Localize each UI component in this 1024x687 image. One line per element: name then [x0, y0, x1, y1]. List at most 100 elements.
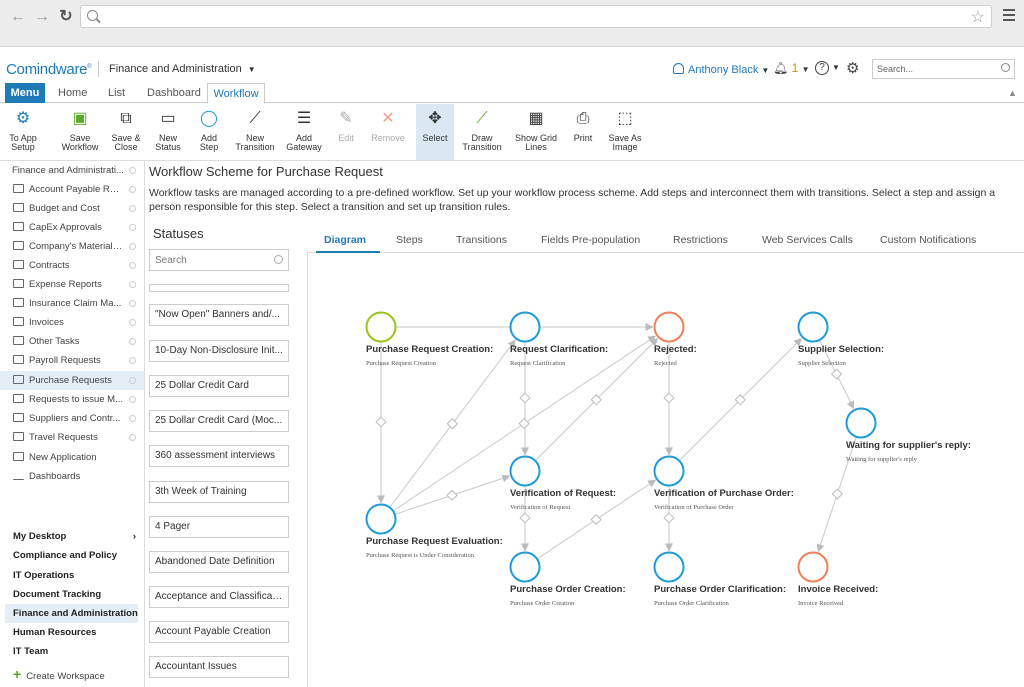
new-application-link[interactable]: New Application	[0, 448, 144, 467]
status-item[interactable]: Account Payable Creation	[149, 621, 289, 643]
workflow-step-node[interactable]	[509, 551, 541, 583]
new-transition-button[interactable]: ⟋ New Transition	[232, 104, 278, 160]
user-menu[interactable]: Anthony Black ▼	[673, 63, 769, 76]
draw-transition-button[interactable]: ⟋ Draw Transition	[460, 104, 504, 160]
sidebar-item[interactable]: Expense Reports	[0, 275, 144, 294]
workspace-my-desktop[interactable]: My Desktop ›	[13, 527, 138, 546]
collapse-ribbon-icon[interactable]: ▲	[1008, 88, 1017, 98]
tab-steps[interactable]: Steps	[396, 234, 423, 246]
tab-fields-pre-population[interactable]: Fields Pre-population	[541, 234, 640, 246]
workflow-step-node[interactable]	[509, 311, 541, 343]
status-item[interactable]: 25 Dollar Credit Card	[149, 375, 289, 397]
sidebar-item[interactable]: Finance and Administrati...	[0, 161, 144, 180]
workflow-step-node[interactable]	[509, 455, 541, 487]
show-grid-lines-button[interactable]: ▦ Show Grid Lines	[512, 104, 560, 160]
tab-home[interactable]: Home	[58, 83, 87, 103]
tab-list[interactable]: List	[108, 83, 125, 103]
transition-handle[interactable]	[831, 488, 843, 500]
workspace-selector[interactable]: Finance and Administration ▼	[109, 63, 256, 75]
tab-web-services-calls[interactable]: Web Services Calls	[762, 234, 853, 246]
tab-workflow[interactable]: Workflow	[207, 83, 265, 104]
save-as-image-button[interactable]: ⬚ Save As Image	[604, 104, 646, 160]
transition-handle[interactable]	[590, 513, 602, 526]
workflow-step-node[interactable]	[365, 503, 397, 535]
tab-transitions[interactable]: Transitions	[456, 234, 507, 246]
workspace-item[interactable]: IT Team	[13, 642, 138, 661]
transition-handle[interactable]	[518, 417, 530, 430]
sidebar-item[interactable]: Insurance Claim Ma...	[0, 294, 144, 313]
sidebar-item[interactable]: Requests to issue M...	[0, 390, 144, 409]
gear-icon[interactable]: ⚙	[846, 59, 859, 77]
transition-handle[interactable]	[446, 489, 458, 501]
status-item[interactable]: Accountant Issues	[149, 656, 289, 678]
tab-custom-notifications[interactable]: Custom Notifications	[880, 234, 976, 246]
create-workspace-button[interactable]: + Create Workspace	[13, 665, 138, 684]
status-item[interactable]: Acceptance and Classificati...	[149, 586, 289, 608]
status-search-input[interactable]: Search	[149, 249, 289, 271]
help-icon[interactable]: ?	[815, 61, 829, 75]
sidebar-item[interactable]: Invoices	[0, 313, 144, 332]
transition-handle[interactable]	[663, 512, 675, 524]
edit-button[interactable]: ✎ Edit	[332, 104, 360, 160]
tab-dashboard[interactable]: Dashboard	[147, 83, 201, 103]
workflow-step-node[interactable]	[653, 455, 685, 487]
sidebar-item[interactable]: CapEx Approvals	[0, 218, 144, 237]
save-close-button[interactable]: ⧉ Save & Close	[108, 104, 144, 160]
status-item[interactable]: 4 Pager	[149, 516, 289, 538]
workflow-step-node[interactable]	[797, 311, 829, 343]
workflow-step-node[interactable]	[797, 551, 829, 583]
browser-menu-icon[interactable]	[1003, 9, 1015, 21]
sidebar-item-purchase-requests[interactable]: Purchase Requests	[0, 371, 144, 390]
transition-handle[interactable]	[519, 512, 531, 524]
transition-handle[interactable]	[446, 418, 459, 430]
status-item[interactable]: 25 Dollar Credit Card (Moc...	[149, 410, 289, 432]
reload-icon[interactable]: ↻	[56, 7, 76, 27]
sidebar-item[interactable]: Budget and Cost	[0, 199, 144, 218]
transition-handle[interactable]	[663, 392, 675, 404]
workflow-step-node[interactable]	[653, 311, 685, 343]
workspace-item[interactable]: Compliance and Policy	[13, 546, 138, 565]
sidebar-item[interactable]: Suppliers and Contr...	[0, 409, 144, 428]
select-button[interactable]: ✥ Select	[416, 104, 454, 160]
back-icon[interactable]: ←	[8, 7, 28, 27]
transition-handle[interactable]	[830, 368, 843, 380]
sidebar-item[interactable]: Company's Material ...	[0, 237, 144, 256]
status-item[interactable]	[149, 284, 289, 292]
save-workflow-button[interactable]: ▣ Save Workflow	[58, 104, 102, 160]
new-status-button[interactable]: ▭ New Status	[150, 104, 186, 160]
status-item[interactable]: "Now Open" Banners and/...	[149, 304, 289, 326]
to-app-setup-button[interactable]: ⚙ To App Setup	[4, 104, 42, 160]
workflow-step-node[interactable]	[845, 407, 877, 439]
sidebar-item[interactable]: Account Payable Req...	[0, 180, 144, 199]
notifications-button[interactable]: 🔔︎ 1 ▼	[773, 61, 810, 75]
global-search-input[interactable]: Search...	[872, 59, 1015, 79]
transition-handle[interactable]	[375, 416, 387, 428]
tab-diagram[interactable]: Diagram	[324, 234, 366, 246]
print-button[interactable]: ⎙ Print	[568, 104, 598, 160]
workspace-item[interactable]: IT Operations	[13, 566, 138, 585]
add-step-button[interactable]: ◯ Add Step	[192, 104, 226, 160]
bookmark-star-icon[interactable]: ☆	[971, 7, 985, 27]
status-item[interactable]: Abandoned Date Definition	[149, 551, 289, 573]
workflow-step-node[interactable]	[653, 551, 685, 583]
status-item[interactable]: 360 assessment interviews	[149, 445, 289, 467]
status-item[interactable]: 10-Day Non-Disclosure Init...	[149, 340, 289, 362]
status-item[interactable]: 3th Week of Training	[149, 481, 289, 503]
workspace-item[interactable]: Human Resources	[13, 623, 138, 642]
workflow-step-node[interactable]	[365, 311, 397, 343]
sidebar-item[interactable]: Payroll Requests	[0, 351, 144, 370]
address-bar[interactable]: ☆	[80, 5, 992, 28]
remove-button[interactable]: ✕ Remove	[368, 104, 408, 160]
workspace-item[interactable]: Document Tracking	[13, 585, 138, 604]
sidebar-item[interactable]: Contracts	[0, 256, 144, 275]
transition-handle[interactable]	[519, 392, 531, 404]
workspace-item-active[interactable]: Finance and Administration	[5, 604, 138, 623]
sidebar-item[interactable]: Travel Requests	[0, 428, 144, 447]
chevron-down-icon[interactable]: ▼	[832, 63, 840, 72]
tab-restrictions[interactable]: Restrictions	[673, 234, 728, 246]
sidebar-item[interactable]: Other Tasks	[0, 332, 144, 351]
add-gateway-button[interactable]: ☰ Add Gateway	[284, 104, 324, 160]
forward-icon[interactable]: →	[32, 7, 52, 27]
dashboards-link[interactable]: Dashboards	[0, 467, 144, 486]
logo[interactable]: Comindware®	[6, 61, 92, 78]
